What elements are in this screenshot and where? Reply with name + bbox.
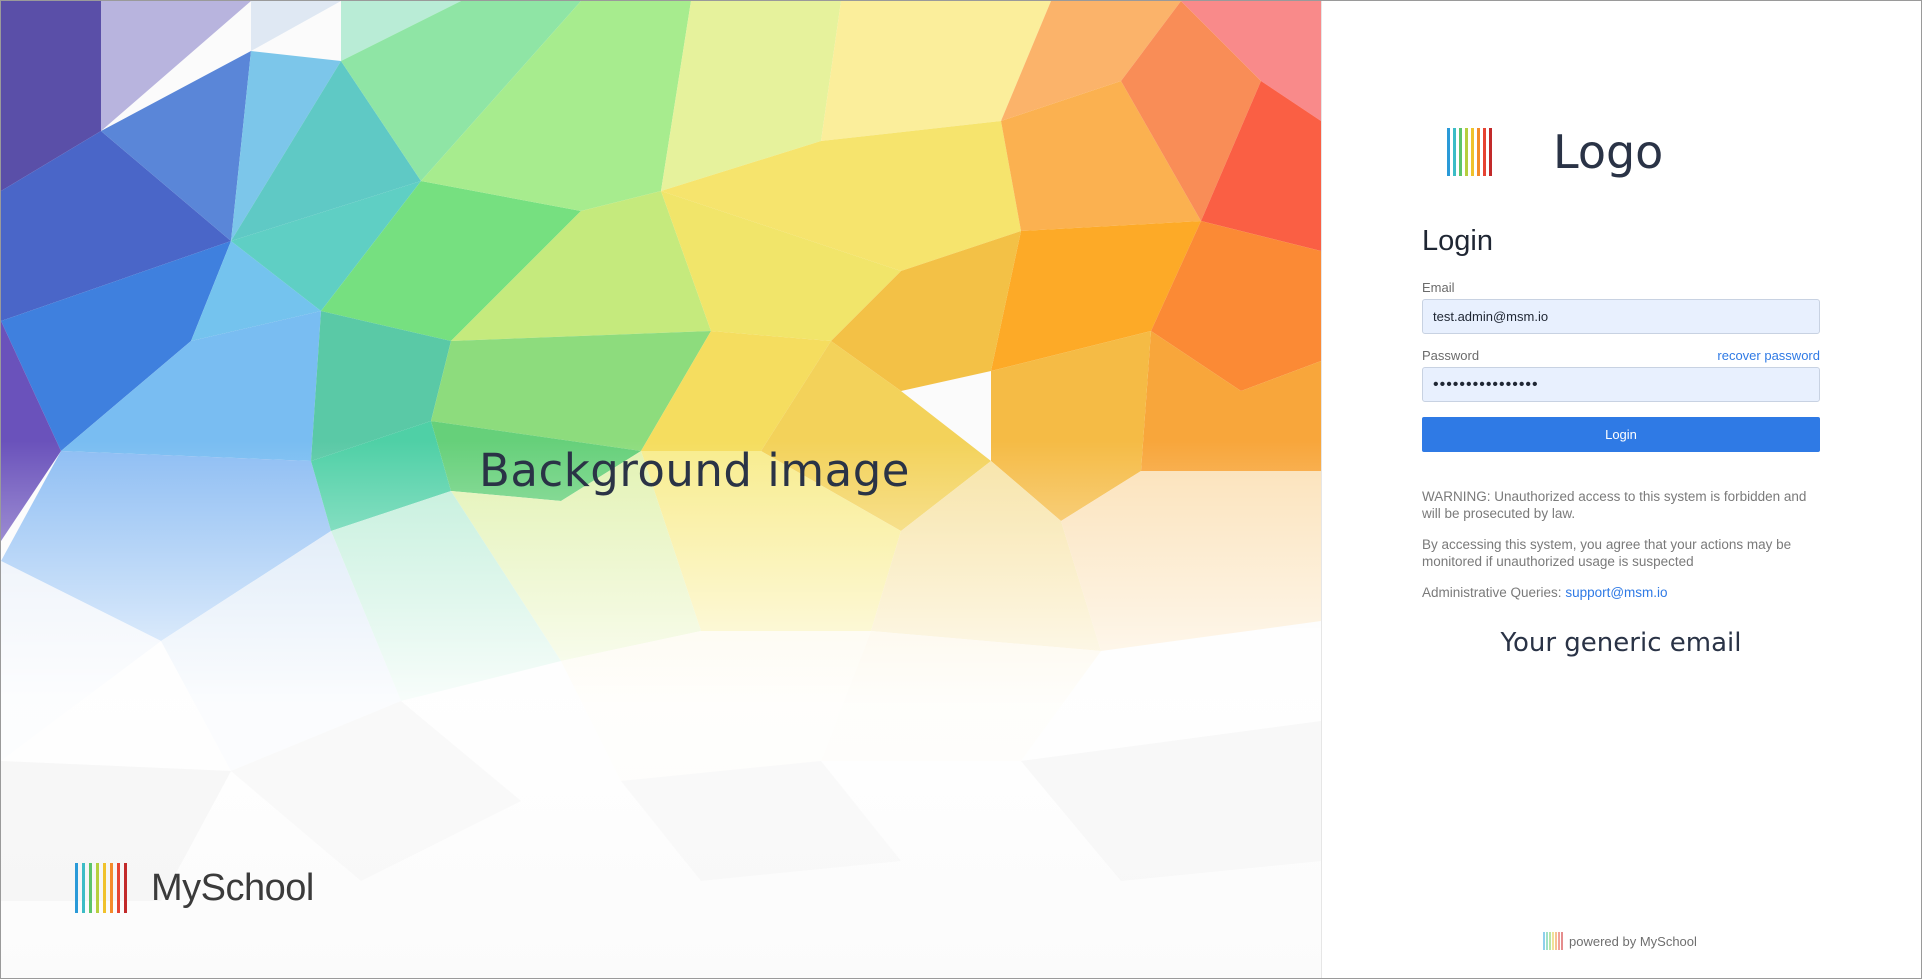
admin-queries: Administrative Queries: support@msm.io <box>1422 584 1820 601</box>
logo-text: Logo <box>1553 125 1664 179</box>
legal-notice: WARNING: Unauthorized access to this sys… <box>1422 488 1820 601</box>
brand-logo: MySchool <box>75 861 314 915</box>
powered-by-text: powered by MySchool <box>1569 933 1697 949</box>
login-form: Login Email Password recover password Lo… <box>1422 225 1820 615</box>
background-panel: Background image MySchool <box>1 1 1321 978</box>
admin-queries-label: Administrative Queries: <box>1422 585 1562 600</box>
recover-password-link[interactable]: recover password <box>1717 348 1820 363</box>
form-title: Login <box>1422 225 1493 257</box>
monitoring-text: By accessing this system, you agree that… <box>1422 537 1792 569</box>
logo: Logo <box>1447 125 1663 179</box>
striped-bars-logo-icon <box>1543 932 1563 950</box>
striped-bars-logo-icon <box>1447 128 1492 176</box>
login-button[interactable]: Login <box>1422 417 1820 452</box>
powered-by: powered by MySchool <box>1543 931 1697 951</box>
generic-email-text: Your generic email <box>1500 628 1742 658</box>
warning-text: WARNING: Unauthorized access to this sys… <box>1422 489 1807 521</box>
password-label: Password <box>1422 348 1480 363</box>
login-page: Background image MySchool Logo Login Ema… <box>0 0 1922 979</box>
email-label: Email <box>1422 280 1455 295</box>
support-email-link[interactable]: support@msm.io <box>1565 585 1667 600</box>
striped-bars-logo-icon <box>75 863 127 913</box>
background-image-caption: Background image <box>479 444 910 497</box>
brand-name: MySchool <box>151 866 314 909</box>
password-field[interactable] <box>1422 367 1820 402</box>
email-field[interactable] <box>1422 299 1820 334</box>
login-panel: Logo Login Email Password recover passwo… <box>1322 1 1921 978</box>
